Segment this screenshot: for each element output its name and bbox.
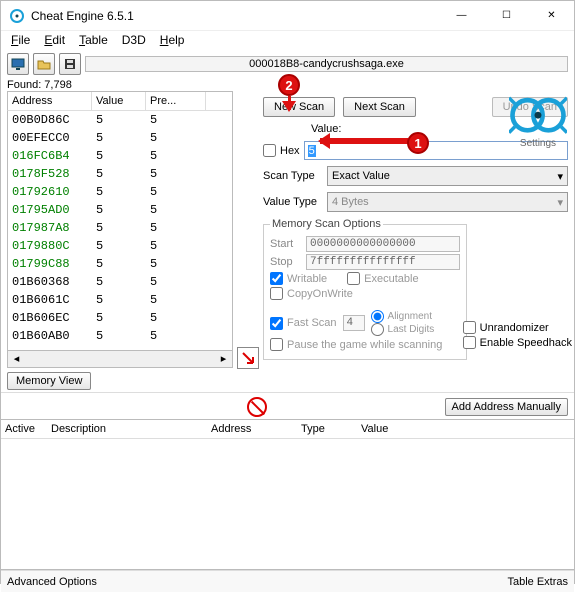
folder-open-icon	[37, 57, 51, 71]
cheat-table-header: Active Description Address Type Value	[1, 420, 574, 439]
annotation-1: 1	[407, 132, 429, 154]
open-process-button[interactable]	[7, 53, 29, 75]
clear-list-button[interactable]	[247, 397, 267, 417]
annotation-1-arrow	[320, 138, 408, 144]
value-type-select[interactable]: 4 Bytes ▾	[327, 192, 568, 212]
cheat-table-body[interactable]	[1, 439, 574, 569]
app-icon	[9, 8, 25, 24]
menu-table[interactable]: Table	[75, 33, 112, 49]
open-file-button[interactable]	[33, 53, 55, 75]
scroll-right-icon[interactable]: ▸	[215, 351, 232, 366]
table-row[interactable]: 0178F52855	[8, 165, 232, 183]
cheat-table[interactable]: Active Description Address Type Value	[1, 419, 574, 570]
ct-col-description[interactable]: Description	[51, 423, 211, 435]
annotation-2-arrow	[288, 96, 291, 110]
scroll-left-icon[interactable]: ◂	[8, 351, 25, 366]
memory-scan-options: Memory Scan Options Start Stop Writable …	[263, 218, 467, 360]
ct-col-type[interactable]: Type	[301, 423, 361, 435]
mso-legend: Memory Scan Options	[270, 218, 383, 230]
table-row[interactable]: 01795AD055	[8, 201, 232, 219]
ct-col-value[interactable]: Value	[361, 423, 570, 435]
memory-view-button[interactable]: Memory View	[7, 372, 91, 390]
table-row[interactable]: 01B6061C55	[8, 291, 232, 309]
speedhack-checkbox[interactable]: Enable Speedhack	[463, 336, 572, 349]
fast-scan-value[interactable]	[343, 315, 365, 331]
last-digits-radio[interactable]: Last Digits	[371, 323, 435, 336]
writable-checkbox[interactable]: Writable	[270, 272, 327, 285]
menu-file[interactable]: File	[7, 33, 34, 49]
statusbar: Advanced Options Table Extras	[1, 570, 574, 592]
col-previous[interactable]: Pre...	[146, 92, 206, 110]
cheat-engine-logo-icon	[509, 92, 567, 138]
table-extras-button[interactable]: Table Extras	[507, 576, 568, 588]
close-button[interactable]: ✕	[529, 1, 574, 30]
col-address[interactable]: Address	[8, 92, 92, 110]
results-header: Address Value Pre...	[7, 91, 233, 111]
menu-help[interactable]: Help	[156, 33, 189, 49]
stop-label: Stop	[270, 256, 300, 268]
stop-input[interactable]	[306, 254, 460, 270]
add-to-cheatlist-button[interactable]	[237, 347, 259, 369]
start-label: Start	[270, 238, 300, 250]
minimize-button[interactable]: —	[439, 1, 484, 30]
menubar: File Edit Table D3D Help	[1, 31, 574, 51]
table-row[interactable]: 00EFECC055	[8, 129, 232, 147]
col-value[interactable]: Value	[92, 92, 146, 110]
start-input[interactable]	[306, 236, 460, 252]
fast-scan-checkbox[interactable]: Fast Scan	[270, 317, 337, 330]
maximize-button[interactable]: ☐	[484, 1, 529, 30]
table-row[interactable]: 01B6036855	[8, 273, 232, 291]
table-row[interactable]: 01799C8855	[8, 255, 232, 273]
ct-col-active[interactable]: Active	[5, 423, 51, 435]
unrandomizer-checkbox[interactable]: Unrandomizer	[463, 321, 572, 334]
results-panel: Address Value Pre... 00B0D86C5500EFECC05…	[7, 91, 233, 390]
ct-col-address[interactable]: Address	[211, 423, 301, 435]
arrow-bottom-right-icon	[241, 351, 255, 365]
table-row[interactable]: 01B606EC55	[8, 309, 232, 327]
next-scan-button[interactable]: Next Scan	[343, 97, 416, 117]
monitor-icon	[11, 57, 25, 71]
hex-checkbox[interactable]: Hex	[263, 144, 300, 157]
save-icon	[63, 57, 77, 71]
results-hscroll[interactable]: ◂ ▸	[7, 351, 233, 368]
mid-toolbar: Add Address Manually	[1, 392, 574, 419]
save-button[interactable]	[59, 53, 81, 75]
process-label: 000018B8-candycrushsaga.exe	[85, 56, 568, 72]
new-scan-button[interactable]: New Scan	[263, 97, 335, 117]
advanced-options-button[interactable]: Advanced Options	[7, 576, 97, 588]
value-type-label: Value Type	[263, 196, 323, 208]
window-title: Cheat Engine 6.5.1	[31, 9, 439, 23]
scan-type-select[interactable]: Exact Value ▾	[327, 166, 568, 186]
copyonwrite-checkbox[interactable]: CopyOnWrite	[270, 287, 353, 300]
table-row[interactable]: 00B0D86C55	[8, 111, 232, 129]
chevron-down-icon: ▾	[557, 196, 563, 209]
table-row[interactable]: 016FC6B455	[8, 147, 232, 165]
alignment-radio[interactable]: Alignment	[371, 310, 435, 323]
pause-checkbox[interactable]: Pause the game while scanning	[270, 338, 442, 351]
settings-label: Settings	[509, 138, 567, 149]
table-row[interactable]: 017987A855	[8, 219, 232, 237]
chevron-down-icon: ▾	[557, 170, 563, 183]
titlebar: Cheat Engine 6.5.1 — ☐ ✕	[1, 1, 574, 31]
scan-type-label: Scan Type	[263, 170, 323, 182]
menu-d3d[interactable]: D3D	[118, 33, 150, 49]
settings-button[interactable]: Settings	[509, 92, 567, 149]
executable-checkbox[interactable]: Executable	[347, 272, 418, 285]
annotation-2: 2	[278, 74, 300, 96]
add-address-manually-button[interactable]: Add Address Manually	[445, 398, 568, 416]
results-list[interactable]: 00B0D86C5500EFECC055016FC6B4550178F52855…	[7, 111, 233, 351]
table-row[interactable]: 0179261055	[8, 183, 232, 201]
table-row[interactable]: 0179880C55	[8, 237, 232, 255]
menu-edit[interactable]: Edit	[40, 33, 69, 49]
table-row[interactable]: 01B60AB055	[8, 327, 232, 345]
